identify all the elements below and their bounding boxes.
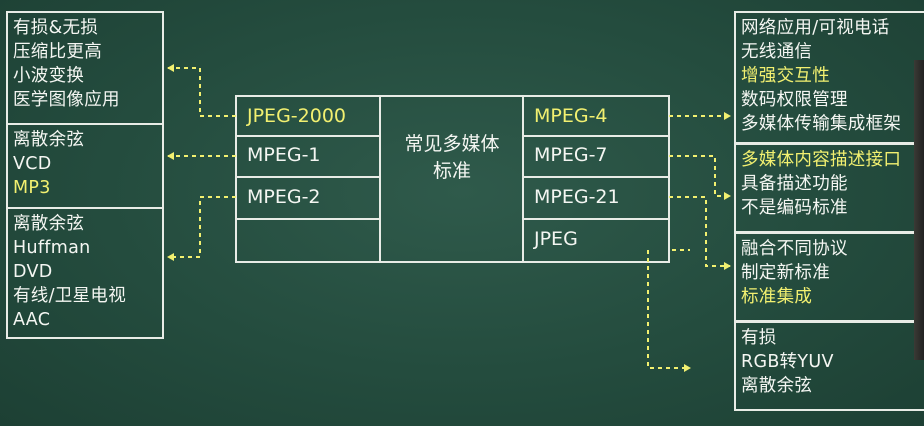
arrow-jpeg2000 bbox=[167, 64, 236, 117]
diagram-lines bbox=[167, 64, 731, 372]
arrow-mpeg21 bbox=[669, 196, 731, 270]
arrow-mpeg2 bbox=[167, 196, 236, 261]
arrow-mpeg7 bbox=[669, 155, 731, 200]
arrow-jpeg bbox=[647, 250, 691, 372]
center-table-grid bbox=[235, 95, 670, 263]
